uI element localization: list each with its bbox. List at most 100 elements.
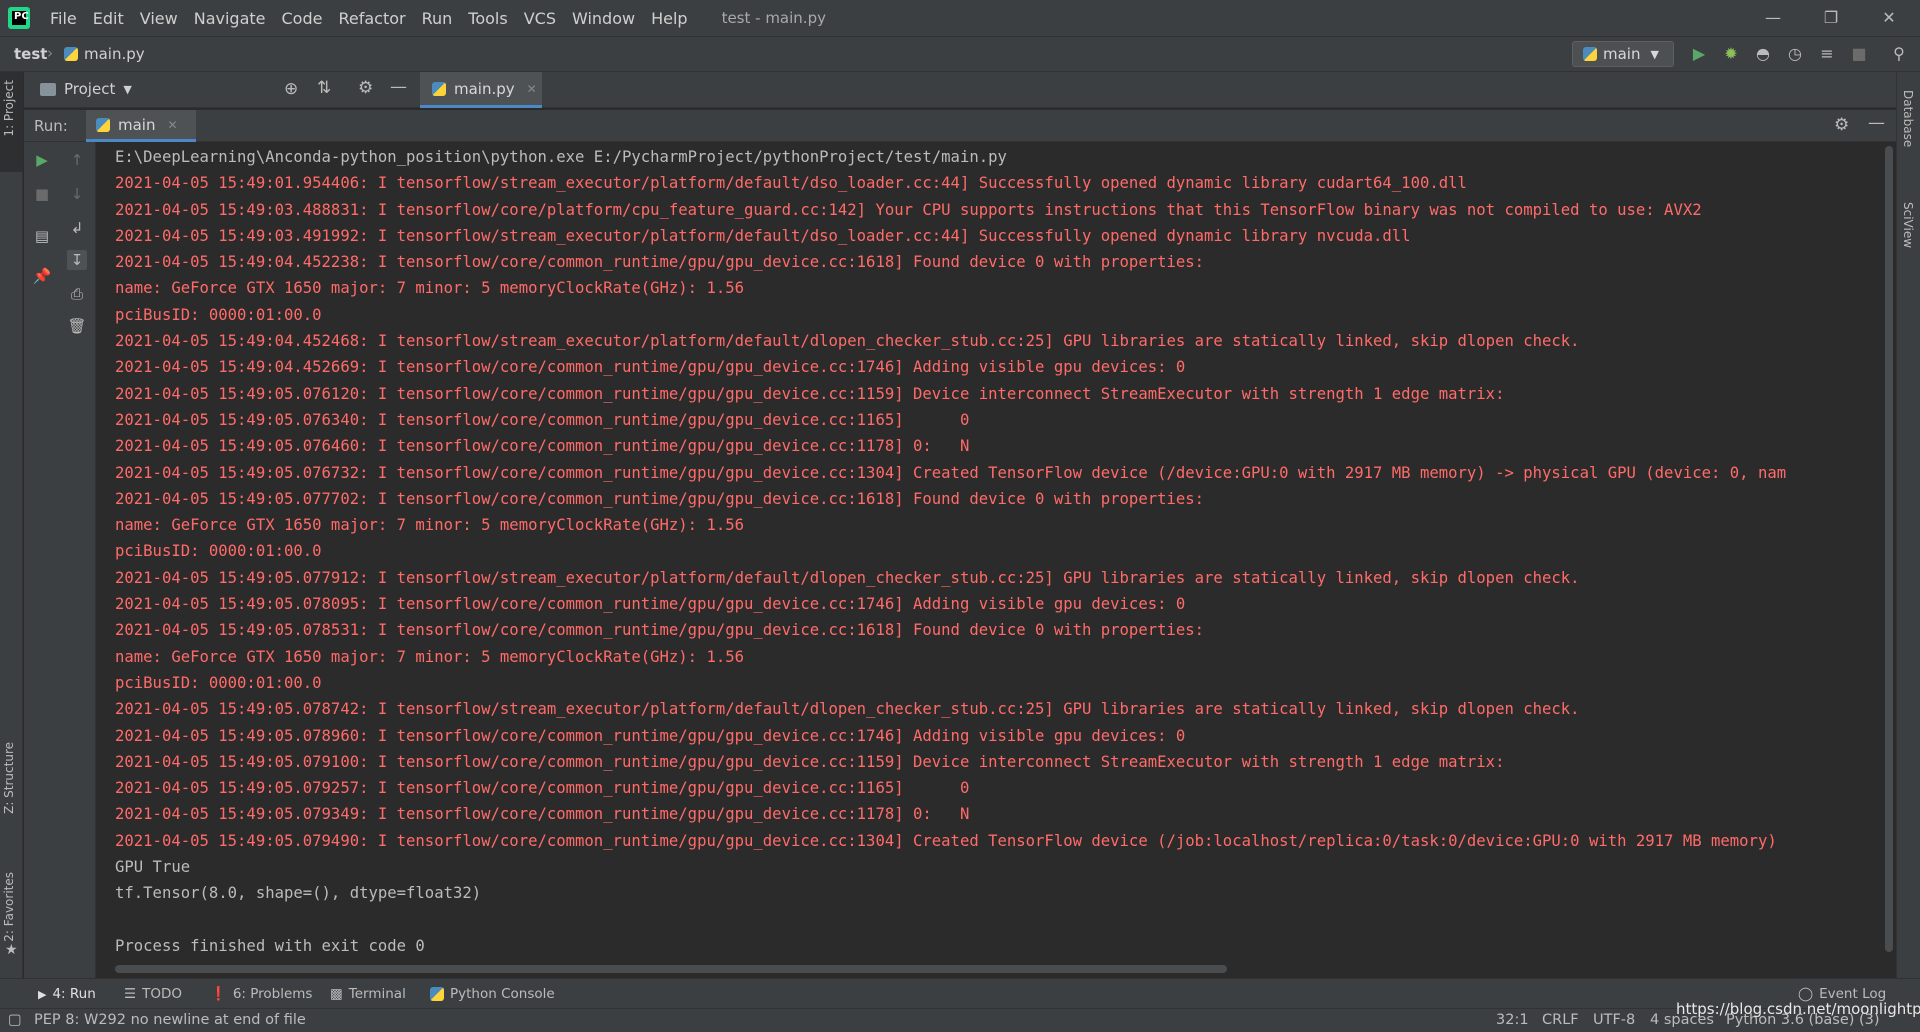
layout-icon[interactable]: ▢ xyxy=(8,1012,22,1028)
tool-tab-sciview[interactable]: SciView xyxy=(1901,202,1915,248)
console-line: 2021-04-05 15:49:04.452238: I tensorflow… xyxy=(115,253,1205,272)
info-icon: ❗ xyxy=(210,986,227,1002)
console-line: 2021-04-05 15:49:05.077912: I tensorflow… xyxy=(115,568,1580,587)
scrollbar-thumb[interactable] xyxy=(1885,146,1893,952)
status-message[interactable]: PEP 8: W292 no newline at end of file xyxy=(34,1012,306,1028)
tool-tab-problems-label: 6: Problems xyxy=(232,986,313,1002)
tool-tab-terminal-label: Terminal xyxy=(348,986,406,1002)
stop-icon[interactable]: ■ xyxy=(1850,45,1868,63)
tool-tab-python-console[interactable]: Python Console xyxy=(430,986,555,1002)
python-icon xyxy=(1583,47,1597,61)
tool-tab-problems[interactable]: ❗ 6: Problems xyxy=(210,986,312,1002)
caret-position[interactable]: 32:1 xyxy=(1496,1012,1529,1028)
menu-help[interactable]: Help xyxy=(651,9,687,28)
breadcrumb-file[interactable]: main.py xyxy=(64,45,145,63)
run-icon[interactable]: ▶ xyxy=(1690,45,1708,63)
tool-tab-database[interactable]: Database xyxy=(1901,90,1915,147)
tool-tab-todo-label: TODO xyxy=(142,986,183,1002)
collapse-all-icon[interactable]: ⇅ xyxy=(317,78,331,98)
run-configuration-select[interactable]: main ▼ xyxy=(1572,41,1674,67)
console-line: 2021-04-05 15:49:05.076340: I tensorflow… xyxy=(115,410,970,429)
console-line: 2021-04-05 15:49:03.491992: I tensorflow… xyxy=(115,226,1411,245)
restore-icon[interactable]: ❐ xyxy=(1802,0,1860,36)
file-encoding[interactable]: UTF-8 xyxy=(1593,1012,1635,1028)
close-icon[interactable]: ✕ xyxy=(527,82,537,96)
search-icon[interactable]: ⚲ xyxy=(1890,45,1908,63)
tool-tab-favorites[interactable]: 2: Favorites xyxy=(2,872,16,942)
breadcrumb-separator-icon: › xyxy=(47,44,53,62)
menu-refactor[interactable]: Refactor xyxy=(338,9,405,28)
hide-icon[interactable]: — xyxy=(1868,113,1885,133)
tool-tab-project[interactable]: 1: Project xyxy=(2,80,16,137)
up-arrow-icon[interactable]: ↑ xyxy=(67,150,87,170)
console-line: name: GeForce GTX 1650 major: 7 minor: 5… xyxy=(115,647,745,666)
gear-icon[interactable]: ⚙ xyxy=(1834,115,1849,135)
menu-navigate[interactable]: Navigate xyxy=(194,9,266,28)
project-view-selector[interactable]: Project ▼ xyxy=(40,80,132,98)
close-window-icon[interactable]: ✕ xyxy=(1860,0,1918,36)
restore-layout-icon[interactable]: ▤ xyxy=(32,226,52,246)
menu-bar: PC File Edit View Navigate Code Refactor… xyxy=(0,0,1920,36)
status-bar: ▢ PEP 8: W292 no newline at end of file … xyxy=(0,1008,1920,1032)
scroll-to-end-icon[interactable]: ↧ xyxy=(67,250,87,270)
tool-tab-run-label: 4: Run xyxy=(52,986,96,1002)
pin-icon[interactable]: 📌 xyxy=(32,266,52,286)
close-icon[interactable]: ✕ xyxy=(167,118,177,132)
console-line: 2021-04-05 15:49:05.076732: I tensorflow… xyxy=(115,463,1787,482)
console-line: 2021-04-05 15:49:05.076460: I tensorflow… xyxy=(115,437,970,456)
project-panel-title: Project xyxy=(64,80,116,98)
console-line: 2021-04-05 15:49:04.452468: I tensorflow… xyxy=(115,332,1580,351)
project-panel-header: Project ▼ ⊕ ⇅ ⚙ — xyxy=(24,72,420,108)
line-separator[interactable]: CRLF xyxy=(1542,1012,1579,1028)
editor-tab-main-py[interactable]: main.py ✕ xyxy=(420,72,542,108)
console-horizontal-scrollbar[interactable] xyxy=(115,965,1227,973)
console-vertical-scrollbar[interactable] xyxy=(1882,142,1896,978)
python-icon xyxy=(430,987,444,1001)
pycharm-logo-icon: PC xyxy=(8,7,30,29)
tool-tab-structure[interactable]: Z: Structure xyxy=(2,742,16,814)
play-icon: ▶ xyxy=(38,987,47,1001)
menu-run[interactable]: Run xyxy=(422,9,453,28)
menu-edit[interactable]: Edit xyxy=(93,9,124,28)
console-line: 2021-04-05 15:49:05.077702: I tensorflow… xyxy=(115,489,1205,508)
stop-icon[interactable]: ■ xyxy=(32,184,52,204)
run-with-coverage-icon[interactable]: ◓ xyxy=(1754,45,1772,63)
editor-tab-bar: main.py ✕ xyxy=(420,72,1896,108)
console-line: GPU True xyxy=(115,858,191,877)
debug-icon[interactable]: ✹ xyxy=(1722,45,1740,63)
tool-tab-todo[interactable]: ☰ TODO xyxy=(124,986,182,1002)
menu-vcs[interactable]: VCS xyxy=(524,9,556,28)
gear-icon[interactable]: ⚙ xyxy=(358,78,373,98)
console-line: E:\DeepLearning\Anconda-python_position\… xyxy=(115,148,1007,166)
down-arrow-icon[interactable]: ↓ xyxy=(67,184,87,204)
print-icon[interactable]: ⎙ xyxy=(67,284,87,304)
locate-icon[interactable]: ⊕ xyxy=(284,79,298,99)
navigation-bar: test › main.py main ▼ ▶ ✹ ◓ ◷ ≡ ■ ⚲ xyxy=(0,36,1920,72)
breadcrumb-project[interactable]: test xyxy=(14,45,47,63)
console-line: pciBusID: 0000:01:00.0 xyxy=(115,673,322,692)
run-console[interactable]: E:\DeepLearning\Anconda-python_position\… xyxy=(96,142,1882,978)
minimize-icon[interactable]: — xyxy=(1744,0,1802,36)
window-title: test - main.py xyxy=(721,9,826,27)
concurrency-diagram-icon[interactable]: ≡ xyxy=(1818,45,1836,63)
rerun-icon[interactable]: ▶ xyxy=(32,150,52,170)
tool-tab-run[interactable]: ▶ 4: Run xyxy=(38,986,96,1002)
menu-code[interactable]: Code xyxy=(282,9,323,28)
console-output: E:\DeepLearning\Anconda-python_position\… xyxy=(115,144,1786,959)
run-tab-label: main xyxy=(118,115,156,134)
menu-window[interactable]: Window xyxy=(572,9,635,28)
profile-icon[interactable]: ◷ xyxy=(1786,45,1804,63)
tool-tab-terminal[interactable]: ▩ Terminal xyxy=(330,986,406,1002)
chevron-down-icon: ▼ xyxy=(1650,47,1659,61)
menu-file[interactable]: File xyxy=(50,9,77,28)
trash-icon[interactable]: 🗑 xyxy=(67,316,87,336)
terminal-icon: ▩ xyxy=(330,986,343,1002)
console-line: 2021-04-05 15:49:05.079100: I tensorflow… xyxy=(115,752,1505,771)
chevron-down-icon: ▼ xyxy=(123,82,132,96)
hide-icon[interactable]: — xyxy=(390,77,407,97)
soft-wrap-icon[interactable]: ↲ xyxy=(67,218,87,238)
run-tab-main[interactable]: main ✕ xyxy=(86,110,196,142)
menu-tools[interactable]: Tools xyxy=(468,9,507,28)
menu-view[interactable]: View xyxy=(140,9,178,28)
run-configuration-label: main xyxy=(1603,45,1641,63)
